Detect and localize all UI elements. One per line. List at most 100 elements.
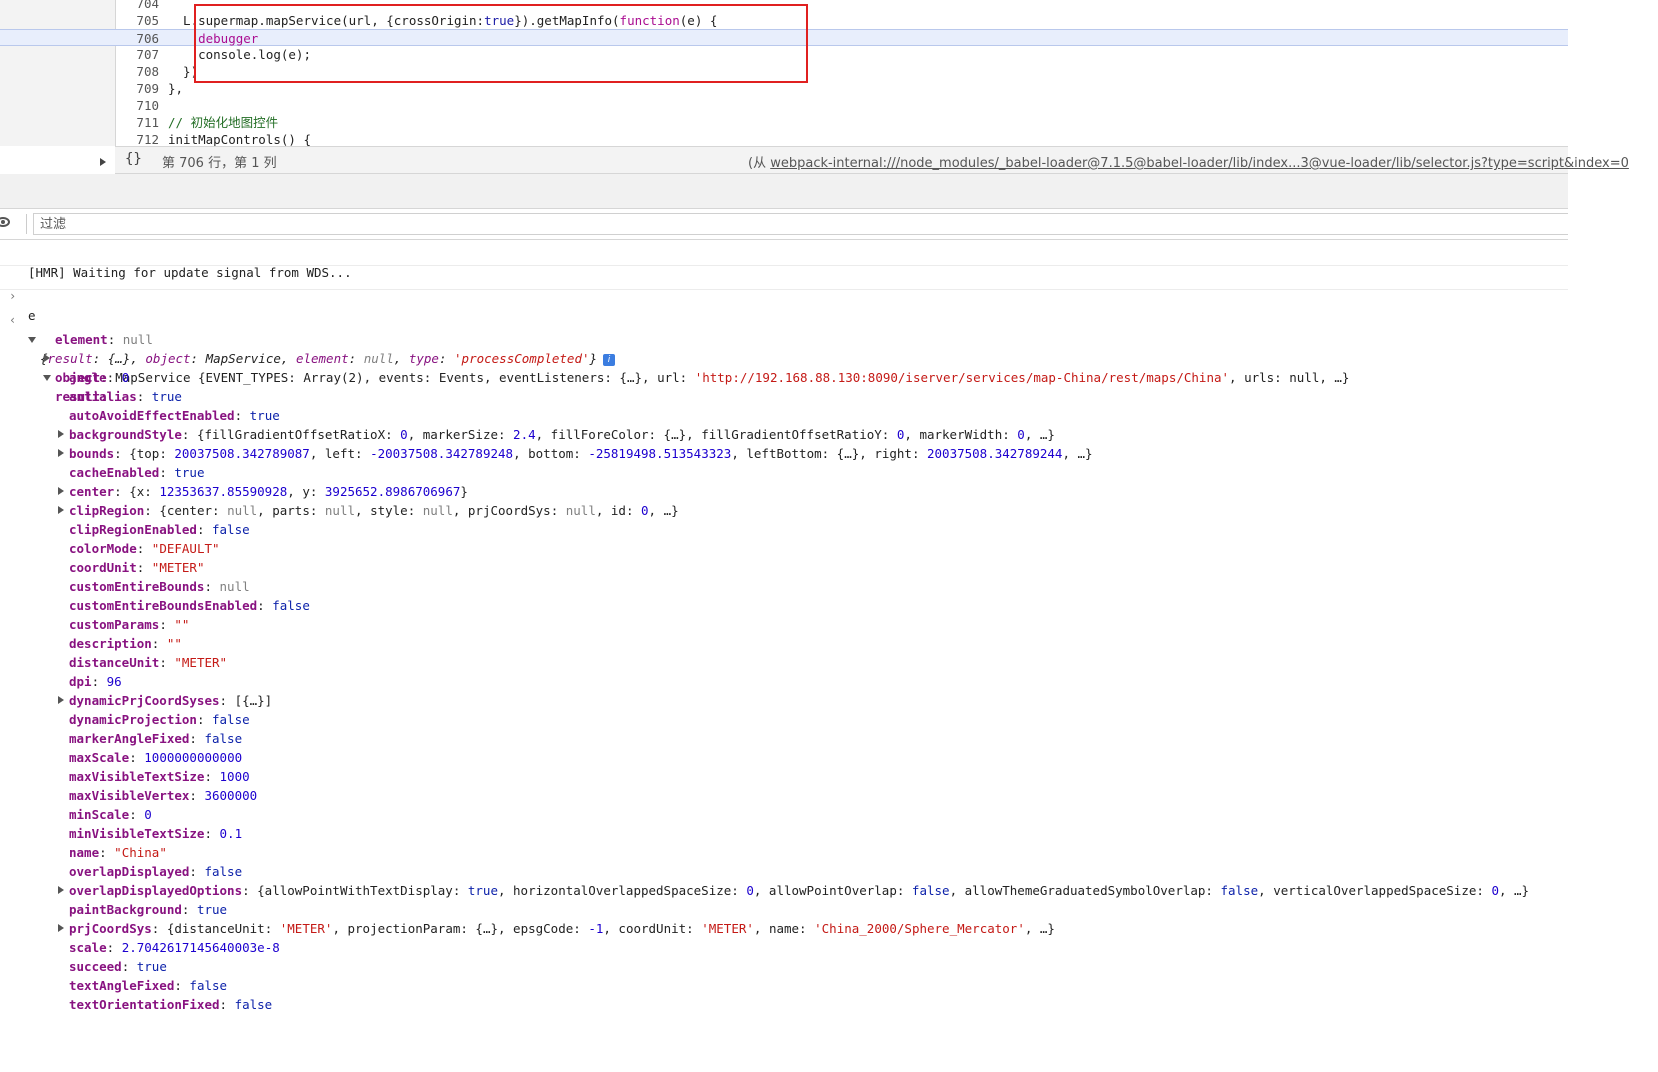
prop-content: succeed: true — [69, 959, 167, 974]
source-editor[interactable]: 704 705 L.supermap.mapService(url, {cross… — [0, 0, 1568, 146]
line-number[interactable]: 712 — [115, 131, 159, 146]
prop-content: customEntireBounds: null — [69, 579, 250, 594]
prop-content: overlapDisplayedOptions: {allowPointWith… — [69, 883, 1530, 898]
console-filter-input[interactable] — [33, 213, 1568, 235]
expand-clipRegion-icon[interactable] — [58, 506, 64, 514]
code-line[interactable]: 712 initMapControls() { — [0, 131, 1568, 146]
result-prop-antialias: antialias: true — [0, 387, 1568, 406]
prop-content: overlapDisplayed: false — [69, 864, 243, 879]
result-prop-maxVisibleTextSize: maxVisibleTextSize: 1000 — [0, 767, 1568, 786]
prop-content: name: "China" — [69, 845, 167, 860]
result-prop-minVisibleTextSize: minVisibleTextSize: 0.1 — [0, 824, 1568, 843]
line-number[interactable]: 709 — [115, 80, 159, 97]
line-number[interactable]: 706 — [115, 30, 159, 47]
source-map-info: (从 webpack-internal:///node_modules/_bab… — [748, 152, 1629, 171]
result-prop-name: name: "China" — [0, 843, 1568, 862]
prop-content: angle: 0 — [69, 370, 130, 385]
line-number[interactable]: 705 — [115, 12, 159, 29]
result-prop-markerAngleFixed: markerAngleFixed: false — [0, 729, 1568, 748]
result-prop-distanceUnit: distanceUnit: "METER" — [0, 653, 1568, 672]
code-line[interactable]: 711 // 初始化地图控件 — [0, 114, 1568, 131]
expand-overlapDisplayedOptions-icon[interactable] — [58, 886, 64, 894]
prop-content: dpi: 96 — [69, 674, 122, 689]
line-number[interactable]: 707 — [115, 46, 159, 63]
prop-content: dynamicProjection: false — [69, 712, 250, 727]
result-prop-overlapDisplayedOptions[interactable]: overlapDisplayedOptions: {allowPointWith… — [0, 881, 1568, 900]
result-prop-bounds[interactable]: bounds: {top: 20037508.342789087, left: … — [0, 444, 1568, 463]
result-prop-prjCoordSys[interactable]: prjCoordSys: {distanceUnit: 'METER', pro… — [0, 919, 1568, 938]
prop-result[interactable]: result: — [0, 349, 1568, 404]
result-prop-clipRegionEnabled: clipRegionEnabled: false — [0, 520, 1568, 539]
prop-content: textOrientationFixed: false — [69, 997, 273, 1012]
code-line[interactable]: 710 — [0, 97, 1568, 114]
result-prop-scale: scale: 2.7042617145640003e-8 — [0, 938, 1568, 957]
result-prop-angle: angle: 0 — [0, 368, 1568, 387]
prop-content: scale: 2.7042617145640003e-8 — [69, 940, 280, 955]
line-number[interactable]: 711 — [115, 114, 159, 131]
result-prop-minScale: minScale: 0 — [0, 805, 1568, 824]
result-prop-center[interactable]: center: {x: 12353637.85590928, y: 392565… — [0, 482, 1568, 501]
prop-content: bounds: {top: 20037508.342789087, left: … — [69, 446, 1093, 461]
result-prop-backgroundStyle[interactable]: backgroundStyle: {fillGradientOffsetRati… — [0, 425, 1568, 444]
prop-content: colorMode: "DEFAULT" — [69, 541, 220, 556]
prop-content: maxVisibleTextSize: 1000 — [69, 769, 250, 784]
prop-content: description: "" — [69, 636, 182, 651]
pretty-print-button[interactable]: {} — [125, 151, 142, 167]
toggle-navigator-icon[interactable] — [100, 158, 106, 166]
prop-content: autoAvoidEffectEnabled: true — [69, 408, 280, 423]
console-message-hmr: [HMR] Waiting for update signal from WDS… — [0, 244, 1568, 280]
prop-content: maxVisibleVertex: 3600000 — [69, 788, 258, 803]
result-prop-customEntireBoundsEnabled: customEntireBoundsEnabled: false — [0, 596, 1568, 615]
result-prop-dpi: dpi: 96 — [0, 672, 1568, 691]
line-number[interactable]: 710 — [115, 97, 159, 114]
cursor-position: 第 706 行，第 1 列 — [162, 156, 277, 171]
prop-content: backgroundStyle: {fillGradientOffsetRati… — [69, 427, 1055, 442]
code-text: initMapControls() { — [168, 132, 311, 146]
result-prop-cacheEnabled: cacheEnabled: true — [0, 463, 1568, 482]
code-text: }, — [168, 81, 184, 96]
prop-object[interactable]: object: MapService {EVENT_TYPES: Array(2… — [0, 330, 1568, 385]
prop-content: minScale: 0 — [69, 807, 152, 822]
result-prop-dynamicPrjCoordSyses[interactable]: dynamicPrjCoordSyses: [{…}] — [0, 691, 1568, 710]
prop-element: element: null — [55, 332, 153, 347]
console-toolbar — [0, 209, 1568, 240]
prop-content: textAngleFixed: false — [69, 978, 228, 993]
prop-content: clipRegion: {center: null, parts: null, … — [69, 503, 679, 518]
console-result-summary[interactable]: ‹ {result: {…}, object: MapService, elem… — [0, 292, 1568, 366]
prop-content: center: {x: 12353637.85590928, y: 392565… — [69, 484, 468, 499]
prop-content: antialias: true — [69, 389, 182, 404]
live-expression-eye-icon[interactable] — [0, 217, 10, 227]
prop-content: paintBackground: true — [69, 902, 228, 917]
result-prop-description: description: "" — [0, 634, 1568, 653]
prop-content: cacheEnabled: true — [69, 465, 205, 480]
expand-bounds-icon[interactable] — [58, 449, 64, 457]
expand-dynamicPrjCoordSyses-icon[interactable] — [58, 696, 64, 704]
line-number[interactable]: 704 — [115, 0, 159, 12]
result-prop-paintBackground: paintBackground: true — [0, 900, 1568, 919]
expand-backgroundStyle-icon[interactable] — [58, 430, 64, 438]
prop-content: coordUnit: "METER" — [69, 560, 205, 575]
expand-prjCoordSys-icon[interactable] — [58, 924, 64, 932]
prop-content: prjCoordSys: {distanceUnit: 'METER', pro… — [69, 921, 1055, 936]
prop-content: maxScale: 1000000000000 — [69, 750, 243, 765]
prop-content: dynamicPrjCoordSyses: [{…}] — [69, 693, 273, 708]
prop-content: customEntireBoundsEnabled: false — [69, 598, 310, 613]
source-link[interactable]: webpack-internal:///node_modules/_babel-… — [770, 156, 1629, 171]
expand-center-icon[interactable] — [58, 487, 64, 495]
drawer-divider — [0, 174, 1568, 209]
code-text: // 初始化地图控件 — [168, 115, 279, 130]
console-output[interactable]: [HMR] Waiting for update signal from WDS… — [0, 241, 1568, 1014]
result-prop-overlapDisplayed: overlapDisplayed: false — [0, 862, 1568, 881]
prop-content: customParams: "" — [69, 617, 190, 632]
result-prop-maxScale: maxScale: 1000000000000 — [0, 748, 1568, 767]
result-prop-dynamicProjection: dynamicProjection: false — [0, 710, 1568, 729]
result-prop-customEntireBounds: customEntireBounds: null — [0, 577, 1568, 596]
result-prop-textAngleFixed: textAngleFixed: false — [0, 976, 1568, 995]
result-prop-clipRegion[interactable]: clipRegion: {center: null, parts: null, … — [0, 501, 1568, 520]
result-prop-autoAvoidEffectEnabled: autoAvoidEffectEnabled: true — [0, 406, 1568, 425]
prop-content: clipRegionEnabled: false — [69, 522, 250, 537]
result-prop-customParams: customParams: "" — [0, 615, 1568, 634]
editor-status-bar: {} 第 706 行，第 1 列 (从 webpack-internal:///… — [115, 146, 1629, 174]
line-number[interactable]: 708 — [115, 63, 159, 80]
prop-content: minVisibleTextSize: 0.1 — [69, 826, 243, 841]
